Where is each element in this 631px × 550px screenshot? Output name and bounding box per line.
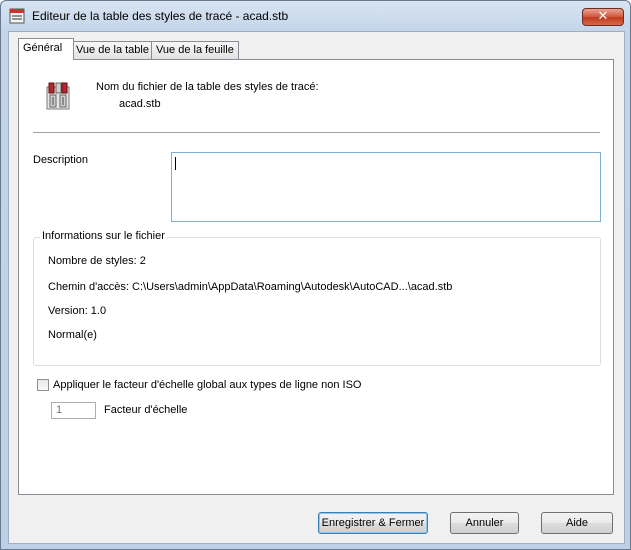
help-button[interactable]: Aide	[541, 512, 613, 534]
file-info-group: Informations sur le fichier Nombre de st…	[33, 230, 601, 366]
scale-factor-label: Facteur d'échelle	[104, 404, 188, 416]
filename-value: acad.stb	[119, 98, 161, 110]
filename-caption: Nom du fichier de la table des styles de…	[96, 81, 319, 93]
styles-count: Nombre de styles: 2	[48, 255, 146, 267]
window-title: Editeur de la table des styles de tracé …	[32, 9, 289, 23]
apply-scale-checkbox[interactable]	[37, 379, 49, 391]
title-bar[interactable]: Editeur de la table des styles de tracé …	[1, 1, 630, 31]
cancel-button[interactable]: Annuler	[450, 512, 519, 534]
file-info-title: Informations sur le fichier	[40, 230, 167, 242]
description-label: Description	[33, 154, 89, 166]
save-close-button[interactable]: Enregistrer & Fermer	[318, 512, 428, 534]
plot-style-table-icon	[9, 8, 25, 24]
separator	[33, 132, 600, 133]
tab-sheet-view[interactable]: Vue de la feuille	[151, 41, 239, 59]
description-textarea[interactable]	[171, 152, 601, 222]
version: Version: 1.0	[48, 305, 107, 317]
tab-general[interactable]: Général	[18, 38, 74, 60]
dialog-client-area: Général Vue de la table Vue de la feuill…	[8, 31, 625, 544]
plot-style-file-icon	[46, 82, 70, 110]
tab-table-view[interactable]: Vue de la table	[71, 41, 152, 59]
dialog-window: Editeur de la table des styles de tracé …	[0, 0, 631, 550]
normal-status: Normal(e)	[48, 329, 97, 341]
file-path: Chemin d'accès: C:\Users\admin\AppData\R…	[48, 281, 453, 293]
apply-scale-label[interactable]: Appliquer le facteur d'échelle global au…	[53, 379, 361, 391]
general-tab-panel: Nom du fichier de la table des styles de…	[18, 59, 614, 495]
text-caret	[175, 157, 176, 170]
scale-factor-input[interactable]: 1	[51, 402, 96, 419]
close-icon: ✕	[597, 9, 609, 24]
close-button[interactable]: ✕	[582, 8, 624, 26]
